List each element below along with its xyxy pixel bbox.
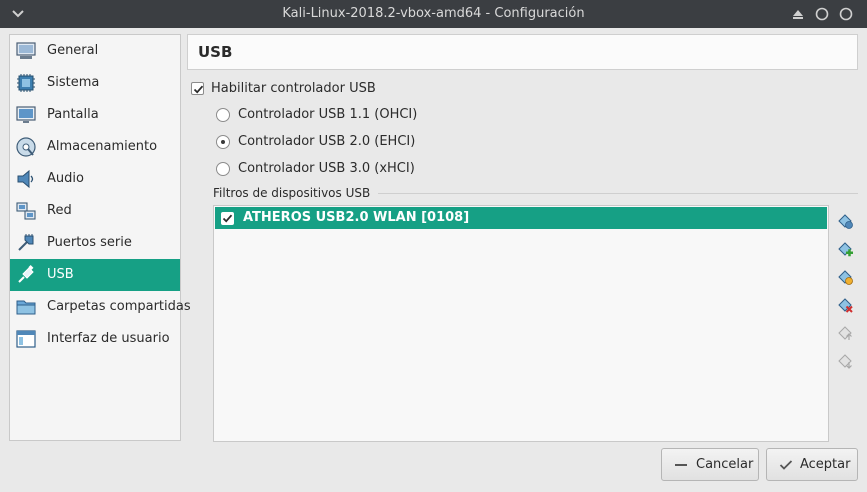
sidebar-item-general[interactable]: General — [10, 35, 180, 67]
network-icon — [16, 202, 36, 220]
usb-icon — [18, 265, 34, 283]
sidebar-item-pantalla[interactable]: Pantalla — [10, 99, 180, 131]
settings-sidebar: General Sistema Pantalla Almacenamiento … — [9, 34, 191, 441]
sidebar-item-label: Pantalla — [47, 107, 99, 122]
filter-enabled-checkbox[interactable] — [221, 212, 234, 225]
remove-filter-icon[interactable] — [836, 296, 854, 314]
sidebar-item-puertos-serie[interactable]: Puertos serie — [10, 227, 180, 259]
page-header: USB — [187, 34, 858, 70]
sidebar-item-almacenamiento[interactable]: Almacenamiento — [10, 131, 180, 163]
move-up-icon[interactable] — [836, 324, 854, 342]
filters-group-label: Filtros de dispositivos USB — [213, 186, 379, 200]
move-down-icon[interactable] — [836, 352, 854, 370]
sidebar-item-label: USB — [47, 267, 74, 282]
radio-selected-dot — [221, 140, 225, 144]
sidebar-item-label: Carpetas compartidas — [47, 299, 191, 314]
check-icon — [193, 85, 204, 94]
keep-above-icon[interactable] — [790, 6, 806, 22]
enable-usb-checkbox[interactable] — [191, 82, 204, 95]
usb-filter-list[interactable]: ATHEROS USB2.0 WLAN [0108] — [213, 205, 829, 442]
disk-icon — [16, 137, 36, 157]
add-from-device-icon[interactable] — [836, 240, 854, 258]
sidebar-item-label: Interfaz de usuario — [47, 331, 170, 346]
sidebar-item-audio[interactable]: Audio — [10, 163, 180, 195]
window-icon — [16, 330, 36, 348]
list-item[interactable]: ATHEROS USB2.0 WLAN [0108] — [215, 207, 827, 229]
sidebar-item-sistema[interactable]: Sistema — [10, 67, 180, 99]
maximize-icon[interactable] — [838, 6, 854, 22]
folder-icon — [16, 300, 36, 315]
sidebar-item-label: Almacenamiento — [47, 139, 158, 154]
title-bar: Kali-Linux-2018.2-vbox-amd64 - Configura… — [0, 0, 867, 28]
usb11-radio[interactable] — [216, 108, 230, 122]
usb20-label[interactable]: Controlador USB 2.0 (EHCI) — [238, 134, 415, 149]
accept-button[interactable]: Aceptar — [766, 448, 858, 481]
sidebar-item-label: Puertos serie — [47, 235, 132, 250]
filter-label: ATHEROS USB2.0 WLAN [0108] — [243, 210, 470, 225]
usb11-label[interactable]: Controlador USB 1.1 (OHCI) — [238, 107, 417, 122]
sidebar-item-interfaz-de-usuario[interactable]: Interfaz de usuario — [10, 323, 180, 355]
sidebar-item-label: Red — [47, 203, 72, 218]
speaker-icon — [17, 169, 34, 189]
enable-usb-label[interactable]: Habilitar controlador USB — [211, 81, 376, 96]
monitor-icon — [16, 42, 36, 59]
sidebar-item-usb[interactable]: USB — [10, 259, 180, 291]
sidebar-item-carpetas-compartidas[interactable]: Carpetas compartidas — [10, 291, 191, 323]
accept-label: Aceptar — [800, 457, 851, 472]
cancel-label: Cancelar — [696, 457, 754, 472]
usb30-label[interactable]: Controlador USB 3.0 (xHCI) — [238, 161, 415, 176]
check-icon — [779, 460, 793, 470]
cancel-button[interactable]: Cancelar — [661, 448, 759, 481]
serial-port-icon — [18, 234, 34, 251]
edit-filter-icon[interactable] — [836, 268, 854, 286]
window-title: Kali-Linux-2018.2-vbox-amd64 - Configura… — [282, 6, 585, 21]
page-title: USB — [198, 43, 233, 61]
check-icon — [222, 214, 233, 223]
sidebar-item-label: General — [47, 43, 99, 58]
usb20-radio[interactable] — [216, 135, 230, 149]
usb30-radio[interactable] — [216, 162, 230, 176]
add-filter-icon[interactable] — [836, 212, 854, 230]
sidebar-item-red[interactable]: Red — [10, 195, 180, 227]
minus-icon — [675, 464, 687, 466]
minimize-icon[interactable] — [814, 6, 830, 22]
display-icon — [16, 106, 36, 123]
sidebar-item-label: Audio — [47, 171, 84, 186]
sidebar-item-label: Sistema — [47, 75, 100, 90]
chip-icon — [17, 74, 35, 92]
